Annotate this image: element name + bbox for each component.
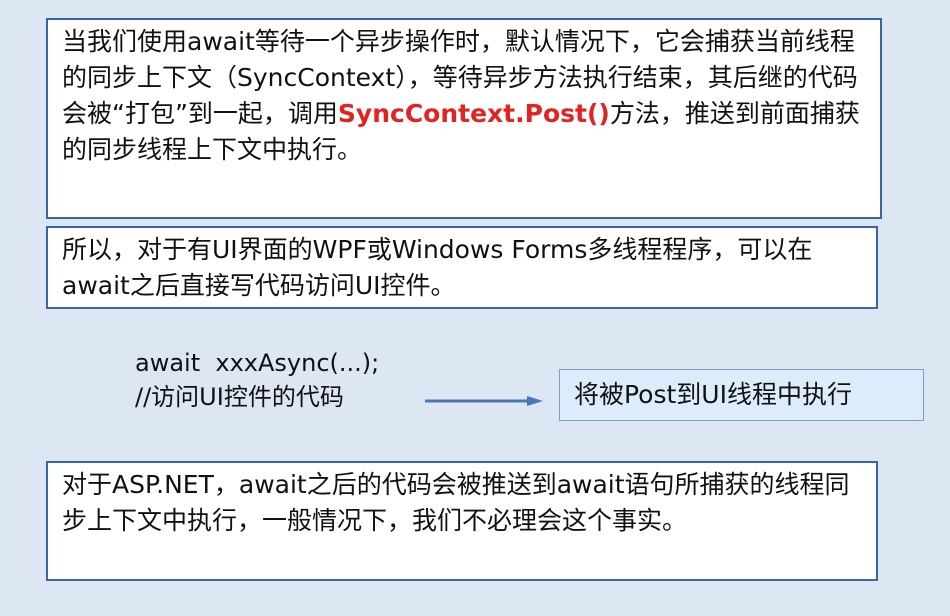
explanation-paragraph: 当我们使用await等待一个异步操作时，默认情况下，它会捕获当前线程的同步上下文… — [62, 24, 868, 168]
explanation-box-ui-access: 所以，对于有UI界面的WPF或Windows Forms多线程程序，可以在awa… — [46, 226, 878, 309]
code-line-await: await xxxAsync(...); — [135, 349, 380, 377]
post-to-ui-thread-text: 将被Post到UI线程中执行 — [574, 380, 852, 409]
synccontext-post-highlight: SyncContext.Post() — [337, 99, 610, 128]
ui-access-text: 所以，对于有UI界面的WPF或Windows Forms多线程程序，可以在awa… — [62, 235, 813, 300]
aspnet-text: 对于ASP.NET，await之后的代码会被推送到await语句所捕获的线程同步… — [62, 470, 850, 535]
post-to-ui-thread-box: 将被Post到UI线程中执行 — [559, 369, 924, 421]
explanation-box-aspnet: 对于ASP.NET，await之后的代码会被推送到await语句所捕获的线程同步… — [46, 461, 878, 581]
explanation-box-synccontext: 当我们使用await等待一个异步操作时，默认情况下，它会捕获当前线程的同步上下文… — [46, 18, 882, 219]
code-snippet: await xxxAsync(...); //访问UI控件的代码 — [135, 346, 379, 414]
code-line-comment: //访问UI控件的代码 — [135, 383, 344, 411]
right-arrow-icon — [425, 396, 543, 406]
